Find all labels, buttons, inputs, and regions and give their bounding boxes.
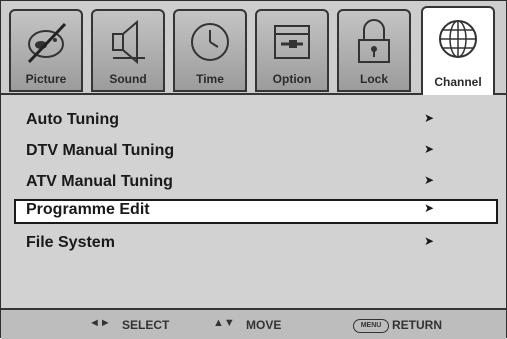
left-right-arrows-icon: ◄► [89,317,111,329]
tab-channel[interactable]: Channel [421,6,495,95]
menu-item-label: File System [26,234,115,251]
menu-item-label: Programme Edit [26,201,150,218]
menu-item-label: Auto Tuning [26,111,119,128]
return-hint: RETURN [392,318,442,332]
arrow-right-icon: ➤ [424,201,435,215]
tab-label: Option [272,72,312,86]
up-down-arrows-icon: ▲▼ [213,317,235,329]
tab-sound[interactable]: Sound [91,9,165,92]
option-icon [274,25,310,59]
tab-label: Picture [25,72,67,86]
arrow-right-icon: ➤ [424,111,435,125]
menu-item-programme-edit[interactable]: Programme Edit ➤ [14,199,498,224]
tab-label: Sound [109,72,147,86]
osd-menu-window: Picture Sound Time Option Lock Channel A… [0,0,507,339]
menu-item-label: ATV Manual Tuning [26,173,173,190]
tab-time[interactable]: Time [173,9,247,92]
tab-label: Time [196,72,224,86]
menu-item-dtv-manual-tuning[interactable]: DTV Manual Tuning ➤ [14,141,498,163]
footer-hint-bar: ◄► SELECT ▲▼ MOVE MENU RETURN [1,308,506,339]
menu-item-label: DTV Manual Tuning [26,142,175,159]
menu-item-atv-manual-tuning[interactable]: ATV Manual Tuning ➤ [14,172,498,194]
tab-label: Channel [434,75,482,89]
tab-option[interactable]: Option [255,9,329,92]
globe-icon [439,20,477,58]
tab-lock[interactable]: Lock [337,9,411,92]
clock-icon [191,23,229,61]
menu-key-icon: MENU [353,319,389,333]
lock-icon [358,19,390,63]
tab-label: Lock [359,72,388,86]
sound-icon [112,19,145,65]
arrow-right-icon: ➤ [424,142,435,156]
picture-icon [27,22,67,64]
menu-item-file-system[interactable]: File System ➤ [14,233,498,255]
channel-menu-list: Auto Tuning ➤ DTV Manual Tuning ➤ ATV Ma… [1,93,506,308]
select-hint: SELECT [122,318,170,332]
arrow-right-icon: ➤ [424,173,435,187]
arrow-right-icon: ➤ [424,234,435,248]
move-hint: MOVE [246,318,282,332]
tab-bar: Picture Sound Time Option Lock Channel [1,1,506,95]
tab-picture[interactable]: Picture [9,9,83,92]
menu-item-auto-tuning[interactable]: Auto Tuning ➤ [14,110,498,132]
